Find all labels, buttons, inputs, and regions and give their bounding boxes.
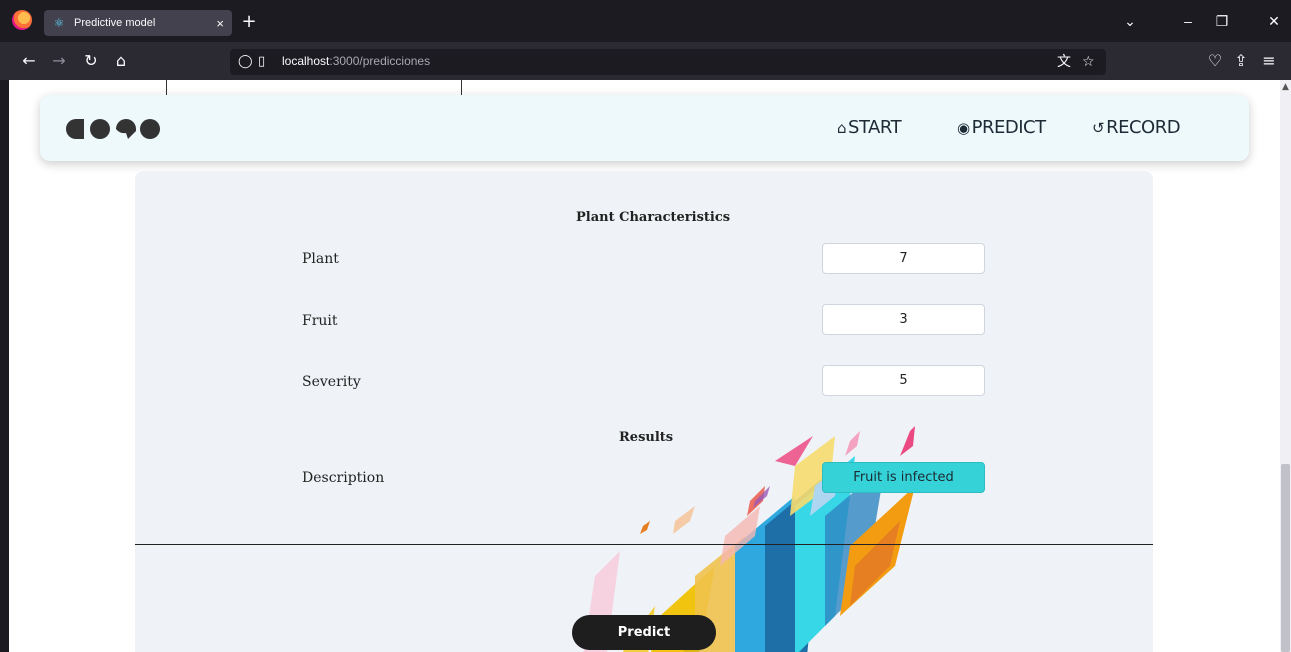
close-window-icon[interactable]: ✕: [1264, 12, 1284, 30]
browser-nav-bar: ← → ↻ ⌂ ◯ ▯ localhost:3000/predicciones …: [0, 42, 1291, 80]
result-description-box: Fruit is infected: [822, 462, 985, 493]
reload-icon[interactable]: ↻: [80, 51, 102, 71]
field-label-description: Description: [302, 470, 385, 486]
field-label-fruit: Fruit: [302, 313, 338, 329]
decorative-stripes-illustration: [583, 426, 915, 652]
section-title-characteristics: Plant Characteristics: [576, 210, 731, 225]
nav-start-label: START: [848, 117, 902, 138]
tab-title: Predictive model: [74, 17, 156, 29]
url-text[interactable]: localhost:3000/predicciones: [282, 54, 430, 68]
bookmark-star-icon[interactable]: ☆: [1082, 53, 1095, 71]
history-icon: ↺: [1092, 118, 1105, 137]
home-icon: ⌂: [837, 118, 847, 137]
tracking-shield-icon[interactable]: ◯: [238, 53, 253, 71]
prediction-card: Plant Characteristics Plant 7 Fruit 3 Se…: [135, 171, 1153, 652]
divider-line: [461, 80, 462, 95]
firefox-logo-icon[interactable]: [12, 10, 32, 30]
field-label-plant: Plant: [302, 251, 339, 267]
horizontal-divider: [135, 544, 1153, 545]
page-viewport: ⌂ START ◉ PREDICT ↺ RECORD Plant Charact…: [9, 80, 1280, 652]
divider-line: [166, 80, 167, 95]
fruit-input[interactable]: 3: [822, 304, 985, 335]
app-header: ⌂ START ◉ PREDICT ↺ RECORD: [40, 95, 1249, 161]
predict-button[interactable]: Predict: [572, 615, 716, 650]
minimize-icon[interactable]: –: [1178, 12, 1198, 30]
url-host: localhost: [282, 54, 330, 68]
new-tab-button[interactable]: +: [238, 11, 260, 33]
plant-input[interactable]: 7: [822, 243, 985, 274]
tab-list-chevron-icon[interactable]: ⌄: [1120, 12, 1140, 30]
translate-icon[interactable]: 文: [1057, 53, 1071, 71]
page-scrollbar[interactable]: ▲: [1280, 80, 1291, 652]
url-path: :3000/predicciones: [329, 54, 431, 68]
forward-arrow-icon[interactable]: →: [48, 51, 70, 71]
section-title-results: Results: [619, 430, 674, 445]
tab-close-icon[interactable]: ×: [216, 16, 224, 31]
home-icon[interactable]: ⌂: [110, 51, 132, 71]
restore-icon[interactable]: ❐: [1212, 12, 1232, 30]
nav-start[interactable]: ⌂ START: [837, 117, 902, 138]
nav-record[interactable]: ↺ RECORD: [1092, 117, 1181, 138]
nav-record-label: RECORD: [1106, 117, 1181, 138]
browser-tab[interactable]: ⚛ Predictive model ×: [44, 10, 232, 36]
page-info-icon[interactable]: ▯: [258, 53, 265, 71]
react-icon: ⚛: [53, 16, 65, 30]
extensions-icon[interactable]: ⇪: [1230, 51, 1252, 71]
nav-predict[interactable]: ◉ PREDICT: [957, 117, 1046, 138]
browser-tab-strip: ⚛ Predictive model × + ⌄ – ❐ ✕: [0, 0, 1291, 42]
menu-icon[interactable]: ≡: [1258, 51, 1280, 71]
nav-predict-label: PREDICT: [971, 117, 1046, 138]
back-arrow-icon[interactable]: ←: [18, 51, 40, 71]
chart-search-icon: ◉: [957, 118, 970, 137]
pocket-icon[interactable]: ♡: [1204, 51, 1226, 71]
scroll-thumb[interactable]: [1281, 464, 1290, 652]
severity-input[interactable]: 5: [822, 365, 985, 396]
scroll-up-arrow-icon[interactable]: ▲: [1281, 82, 1290, 92]
field-label-severity: Severity: [302, 374, 361, 390]
url-bar[interactable]: ◯ ▯ localhost:3000/predicciones 文 ☆: [230, 49, 1106, 75]
logo[interactable]: [66, 119, 160, 139]
